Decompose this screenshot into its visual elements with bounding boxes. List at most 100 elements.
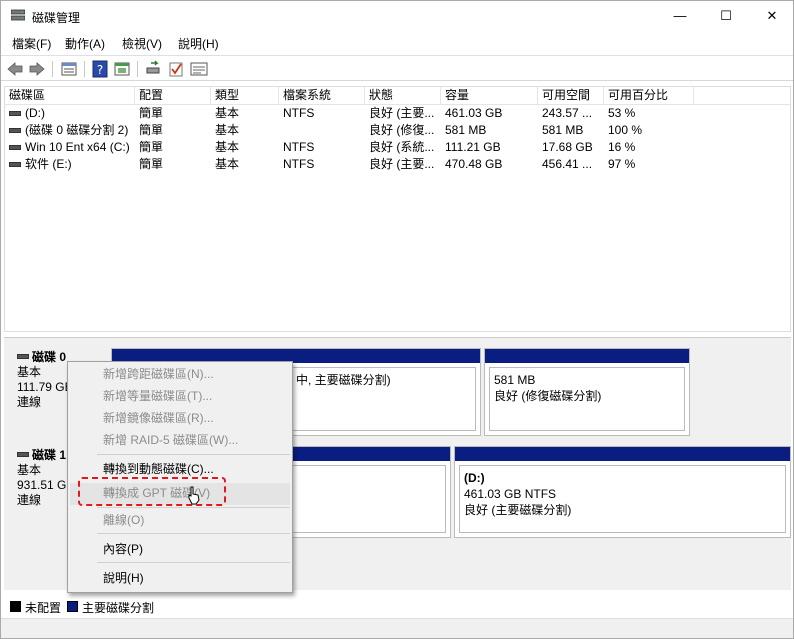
cell-percent-free: 100 % [608,123,643,137]
menu-item-offline[interactable]: 離線(O) [103,511,144,529]
toolbar: ? [1,55,793,81]
cell-filesystem [283,122,363,139]
menu-file[interactable]: 檔案(F) [12,35,51,52]
cell-status: 良好 (主要... [369,157,435,171]
cell-capacity: 461.03 GB [445,106,503,120]
legend-swatch-unallocated [10,601,21,612]
column-header-free-space[interactable]: 可用空間 [538,87,604,105]
volume-icon [9,111,21,116]
minimize-button[interactable]: — [657,1,703,31]
table-row[interactable]: (D:) 簡單 基本 NTFS 良好 (主要... 461.03 GB 243.… [5,105,790,122]
volume-icon [9,128,21,133]
cell-free-space: 581 MB [542,123,584,137]
menu-help[interactable]: 說明(H) [178,35,219,52]
disk-0-name: 磁碟 0 [32,350,67,364]
toolbar-separator [84,61,85,77]
partition-info: 581 MB 良好 (修復磁碟分割) [489,367,685,431]
cell-volume: 软件 (E:) [25,157,72,171]
disk-management-icon [11,9,25,21]
cell-volume: (D:) [25,106,45,120]
cell-capacity: 111.21 GB [445,140,501,154]
window-title: 磁碟管理 [32,11,81,25]
cell-status: 良好 (修復... [369,123,435,137]
partition-status: 良好 (修復磁碟分割) [494,389,602,403]
highlight-annotation-box [78,477,226,506]
cell-percent-free: 16 % [608,140,636,154]
status-bar [1,618,793,638]
column-header-percent-free[interactable]: 可用百分比 [604,87,694,105]
cell-type: 基本 [215,123,240,137]
menu-separator [97,454,290,455]
column-header-layout[interactable]: 配置 [135,87,211,105]
cell-capacity: 581 MB [445,123,487,137]
menu-item-new-mirrored-volume[interactable]: 新增鏡像磁碟區(R)... [103,409,214,427]
legend: 未配置 主要磁碟分割 [4,597,791,617]
disk-1-partition-d[interactable]: (D:) 461.03 GB NTFS 良好 (主要磁碟分割) [454,446,791,538]
partition-bar [485,349,689,363]
cell-filesystem: NTFS [283,157,315,171]
table-row[interactable]: 软件 (E:) 簡單 基本 NTFS 良好 (主要... 470.48 GB 4… [5,156,790,173]
cell-layout: 簡單 [139,157,164,171]
cell-type: 基本 [215,157,240,171]
cell-filesystem: NTFS [283,106,315,120]
column-header-volume[interactable]: 磁碟區 [5,87,135,105]
volume-icon [9,162,21,167]
menu-view[interactable]: 檢視(V) [122,35,162,52]
close-button[interactable]: ✕ [749,1,794,31]
table-row[interactable]: Win 10 Ent x64 (C:) 簡單 基本 NTFS 良好 (系統...… [5,139,790,156]
partition-info: (D:) 461.03 GB NTFS 良好 (主要磁碟分割) [459,465,786,533]
menu-separator [97,562,290,563]
cell-status: 良好 (系統... [369,140,435,154]
forward-icon[interactable] [28,60,46,78]
menu-item-new-striped-volume[interactable]: 新增等量磁碟區(T)... [103,387,212,405]
properties-icon[interactable] [113,60,131,78]
legend-label-unallocated: 未配置 [25,601,62,615]
maximize-button[interactable]: ☐ [703,1,749,31]
disk-1-name: 磁碟 1 [32,448,67,462]
menu-separator [97,507,290,508]
menu-item-new-spanned-volume[interactable]: 新增跨距磁碟區(N)... [103,365,214,383]
partition-size: 581 MB [494,373,536,387]
back-icon[interactable] [6,60,24,78]
menu-item-new-raid5-volume[interactable]: 新增 RAID-5 磁碟區(W)... [103,431,238,449]
table-row[interactable]: (磁碟 0 磁碟分割 2) 簡單 基本 良好 (修復... 581 MB 581… [5,122,790,139]
details-icon[interactable] [190,60,208,78]
cell-layout: 簡單 [139,140,164,154]
disk-icon [17,452,29,457]
cell-type: 基本 [215,106,240,120]
column-header-capacity[interactable]: 容量 [441,87,538,105]
cell-percent-free: 97 % [608,157,636,171]
cell-percent-free: 53 % [608,106,636,120]
column-header-type[interactable]: 類型 [211,87,279,105]
partition-bar [455,447,790,461]
menu-item-help[interactable]: 說明(H) [103,569,144,587]
volume-icon [9,145,21,150]
legend-swatch-primary [67,601,78,612]
help-icon[interactable]: ? [91,60,109,78]
menu-item-properties[interactable]: 內容(P) [103,540,143,558]
column-header-filesystem[interactable]: 檔案系統 [279,87,365,105]
partition-size: 461.03 GB NTFS [464,487,557,501]
cell-type: 基本 [215,140,240,154]
rescan-icon[interactable] [145,60,163,78]
svg-text:?: ? [97,63,103,77]
cell-status: 良好 (主要... [369,106,435,120]
cell-volume: Win 10 Ent x64 (C:) [25,140,130,154]
cell-capacity: 470.48 GB [445,157,503,171]
toolbar-separator [52,61,53,77]
column-header-status[interactable]: 狀態 [365,87,441,105]
disk-icon [17,354,29,359]
title-bar: 磁碟管理 — ☐ ✕ [1,1,793,31]
disk-0-partition-recovery[interactable]: 581 MB 良好 (修復磁碟分割) [484,348,690,436]
menu-action[interactable]: 動作(A) [65,35,105,52]
cell-filesystem: NTFS [283,140,315,154]
list-view-icon[interactable] [60,60,78,78]
cell-volume: (磁碟 0 磁碟分割 2) [25,123,129,137]
volume-list: 磁碟區 配置 類型 檔案系統 狀態 容量 可用空間 可用百分比 (D:) 簡單 … [4,86,791,332]
check-icon[interactable] [167,60,185,78]
disk-management-window: 磁碟管理 — ☐ ✕ 檔案(F) 動作(A) 檢視(V) 說明(H) ? 磁碟區… [0,0,794,639]
partition-status: 良好 (主要磁碟分割) [464,503,572,517]
menu-item-convert-to-dynamic[interactable]: 轉換到動態磁碟(C)... [103,460,214,478]
cell-layout: 簡單 [139,106,164,120]
mouse-cursor-icon [188,486,200,505]
